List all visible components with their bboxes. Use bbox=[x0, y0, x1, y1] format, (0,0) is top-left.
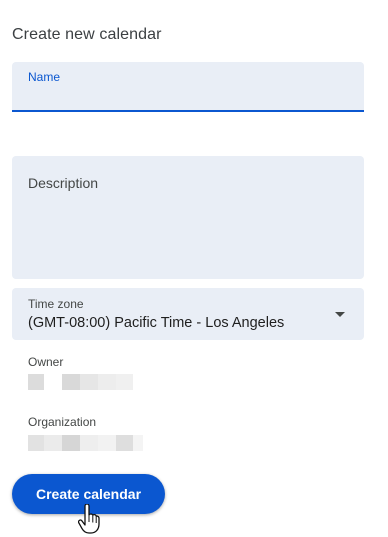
name-field[interactable]: Name bbox=[12, 62, 364, 112]
caret-down-icon[interactable] bbox=[335, 312, 345, 317]
owner-value-redacted bbox=[28, 374, 133, 390]
description-label: Description bbox=[28, 175, 99, 191]
hand-pointer-icon bbox=[78, 504, 100, 534]
name-input[interactable] bbox=[28, 86, 348, 106]
description-field[interactable]: Description bbox=[12, 156, 364, 279]
organization-label: Organization bbox=[28, 415, 97, 429]
owner-label: Owner bbox=[28, 355, 64, 369]
page-title: Create new calendar bbox=[12, 26, 162, 43]
timezone-label: Time zone bbox=[28, 297, 84, 311]
description-input[interactable] bbox=[28, 196, 348, 266]
organization-value-redacted bbox=[28, 435, 143, 451]
name-label: Name bbox=[28, 70, 61, 84]
timezone-value: (GMT-08:00) Pacific Time - Los Angeles bbox=[28, 315, 285, 331]
timezone-select[interactable]: Time zone (GMT-08:00) Pacific Time - Los… bbox=[12, 288, 364, 340]
